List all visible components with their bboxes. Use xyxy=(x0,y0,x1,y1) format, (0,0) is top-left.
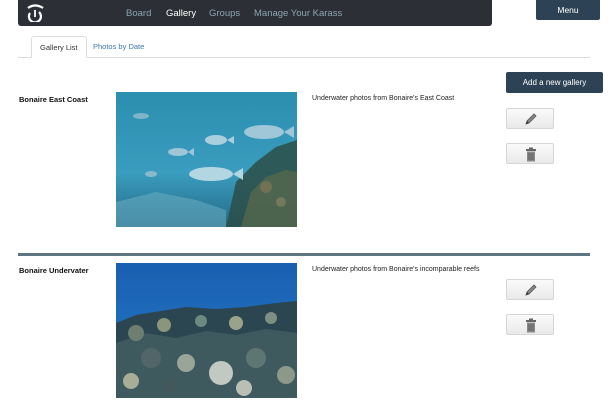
top-navbar: Board Gallery Groups Manage Your Karass xyxy=(18,0,492,26)
gallery-title[interactable]: Bonaire East Coast xyxy=(19,95,88,104)
gallery-cover-image[interactable] xyxy=(116,92,297,227)
menu-button[interactable]: Menu xyxy=(536,0,600,20)
gallery-title[interactable]: Bonaire Undervater xyxy=(19,266,89,275)
add-gallery-button[interactable]: Add a new gallery xyxy=(506,72,603,93)
nav-link-board[interactable]: Board xyxy=(126,8,151,19)
nav-link-manage-your-karass[interactable]: Manage Your Karass xyxy=(254,8,342,19)
pencil-icon xyxy=(525,284,537,296)
edit-gallery-button[interactable] xyxy=(506,108,554,129)
karass-logo-icon[interactable] xyxy=(21,2,49,22)
trash-icon xyxy=(526,318,536,333)
nav-link-groups[interactable]: Groups xyxy=(209,8,240,19)
gallery-divider xyxy=(18,253,590,256)
trash-icon xyxy=(526,147,536,162)
delete-gallery-button[interactable] xyxy=(506,143,554,164)
tab-photos-by-date[interactable]: Photos by Date xyxy=(85,36,152,58)
tab-gallery-list[interactable]: Gallery List xyxy=(31,36,87,58)
gallery-tabs: Gallery List Photos by Date xyxy=(18,36,590,58)
gallery-description: Underwater photos from Bonaire's East Co… xyxy=(312,95,455,102)
gallery-cover-image[interactable] xyxy=(116,263,297,398)
delete-gallery-button[interactable] xyxy=(506,314,554,335)
gallery-description: Underwater photos from Bonaire's incompa… xyxy=(312,266,480,273)
edit-gallery-button[interactable] xyxy=(506,279,554,300)
pencil-icon xyxy=(525,113,537,125)
nav-link-gallery[interactable]: Gallery xyxy=(166,8,196,19)
